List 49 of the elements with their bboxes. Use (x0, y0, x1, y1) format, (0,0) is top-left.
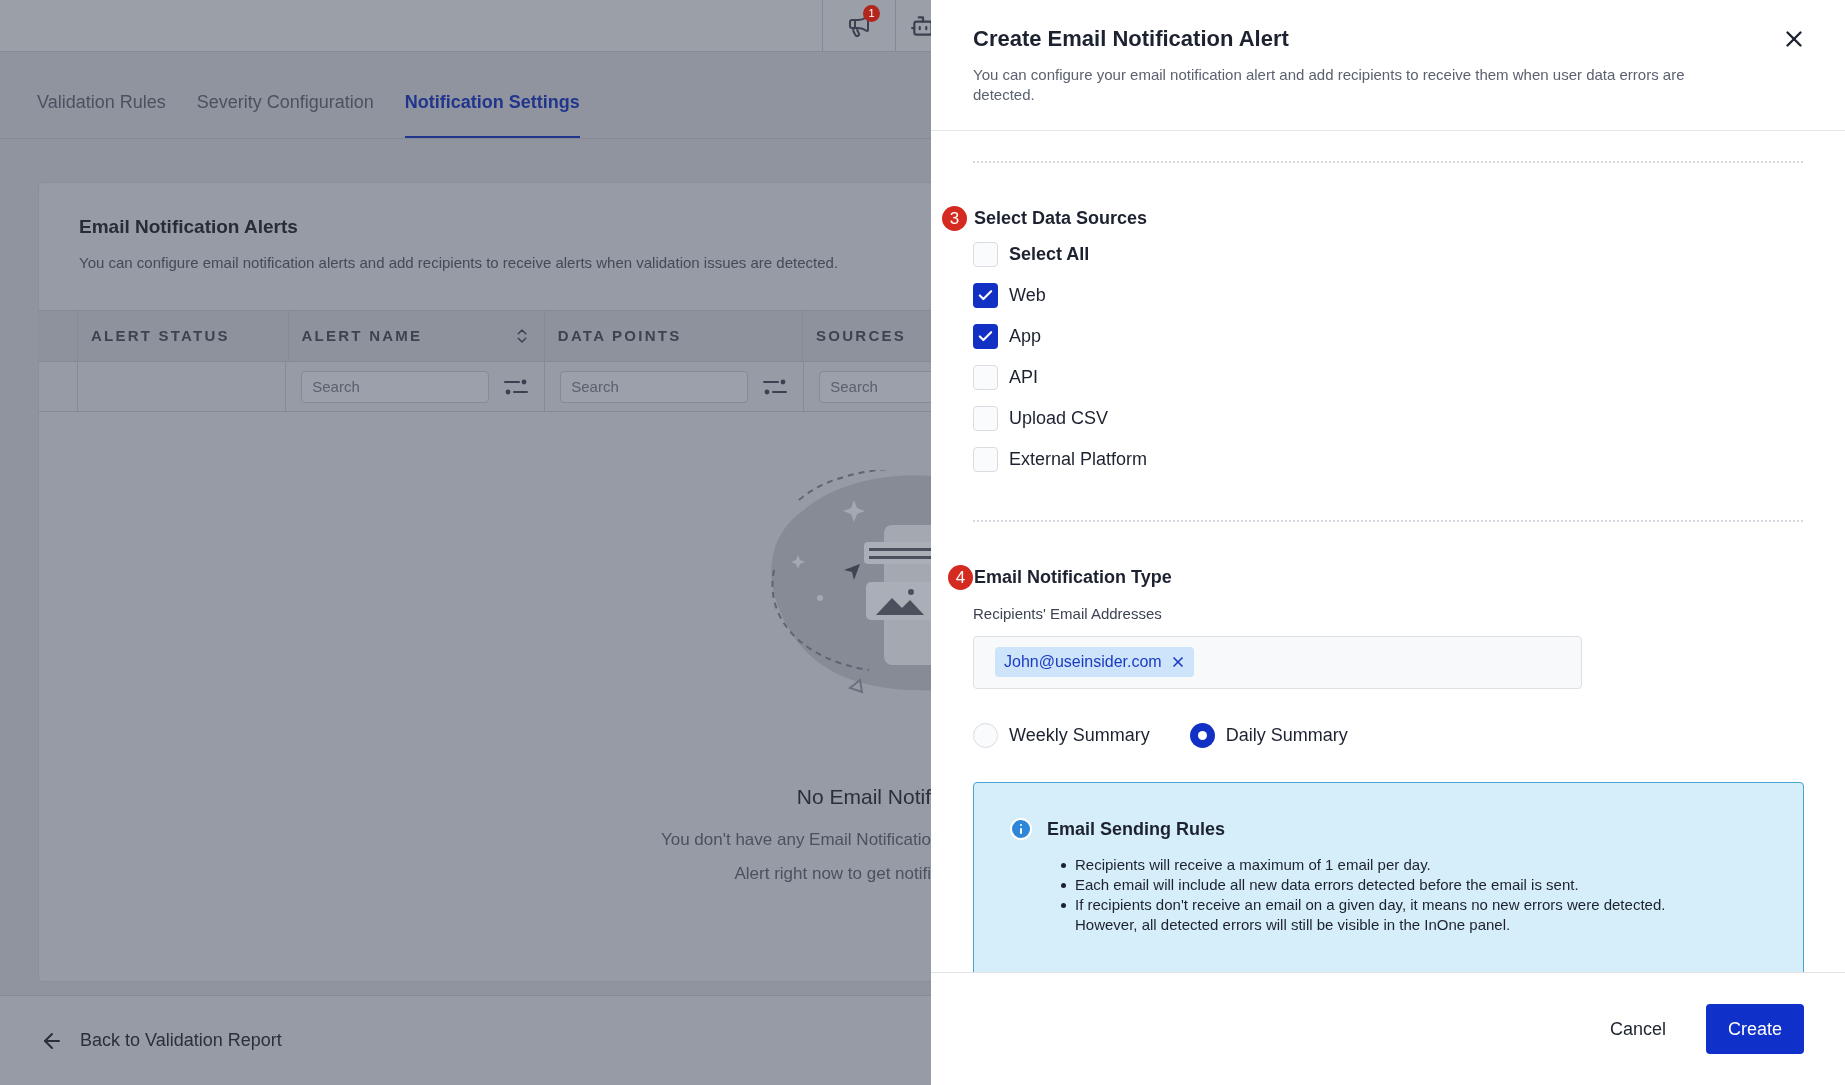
checkbox[interactable] (973, 406, 998, 431)
column-header: ALERT NAME (301, 325, 423, 346)
rule-item: If recipients don't receive an email on a given day, it means no new errors were detected. However, all detected errors will still be visible in the InOne panel. (1061, 894, 1803, 935)
info-title: Email Sending Rules (1047, 817, 1226, 841)
empty-state-title: No Email Notif (796, 784, 931, 810)
rule-item: Recipients will receive a maximum of 1 email per day. (1061, 854, 1803, 875)
section-title: Email Notification Type (974, 566, 1172, 589)
card-description: You can configure email notification alerts and add recipients to receive alerts when validation issues are detected. (79, 252, 840, 273)
notification-badge: 1 (863, 4, 880, 22)
field-label: Recipients' Email Addresses (973, 604, 1163, 624)
create-button[interactable]: Create (1706, 1004, 1804, 1054)
column-header: SOURCES (816, 325, 906, 346)
radio-button[interactable] (1189, 722, 1215, 748)
search-field[interactable]: Search (560, 370, 749, 403)
step-badge: 3 (942, 206, 967, 231)
search-field[interactable]: Search (301, 370, 490, 403)
rule-item: Each email will include all new data errors detected before the email is sent. (1061, 874, 1803, 895)
checkbox[interactable] (973, 365, 998, 390)
checkbox-option[interactable]: Upload CSV (973, 406, 1109, 431)
radio-button[interactable] (973, 722, 998, 748)
drawer-title: Create Email Notification Alert (973, 25, 1289, 53)
checkbox[interactable] (973, 242, 998, 267)
filter-icon[interactable] (503, 377, 530, 396)
email-chip: John@useinsider.com (995, 647, 1194, 677)
checkbox[interactable] (973, 447, 998, 472)
checkbox-option[interactable]: App (973, 324, 1042, 349)
back-link[interactable]: Back to Validation Report (40, 1027, 282, 1054)
checkbox-option[interactable]: API (973, 365, 1038, 390)
radio-option[interactable]: Daily Summary (1189, 721, 1348, 749)
checkbox[interactable] (973, 324, 998, 349)
checkbox-option[interactable]: Select All (973, 242, 1090, 267)
recipients-field[interactable]: John@useinsider.com (973, 635, 1582, 689)
checkbox-option[interactable]: External Platform (973, 447, 1148, 472)
column-header: ALERT STATUS (90, 325, 230, 346)
empty-state-text: You don't have any Email Notificatio (660, 828, 931, 851)
drawer-description: You can configure your email notification alert and add recipients to receive them when user data errors are detected. (973, 65, 1686, 105)
tab[interactable]: Notification Settings (404, 66, 580, 138)
section-title: Select Data Sources (974, 207, 1148, 230)
cancel-button[interactable]: Cancel (1593, 1004, 1682, 1054)
step-badge: 4 (948, 565, 973, 590)
checkbox-option[interactable]: Web (973, 283, 1046, 308)
filter-icon[interactable] (762, 377, 789, 396)
radio-option[interactable]: Weekly Summary (973, 721, 1150, 749)
search-field[interactable]: Search (819, 370, 931, 403)
info-icon (1009, 817, 1033, 841)
checkbox[interactable] (973, 283, 998, 308)
empty-state-text: Alert right now to get notifi (734, 863, 931, 885)
column-header: DATA POINTS (557, 325, 682, 346)
card-title: Email Notification Alerts (79, 215, 299, 239)
